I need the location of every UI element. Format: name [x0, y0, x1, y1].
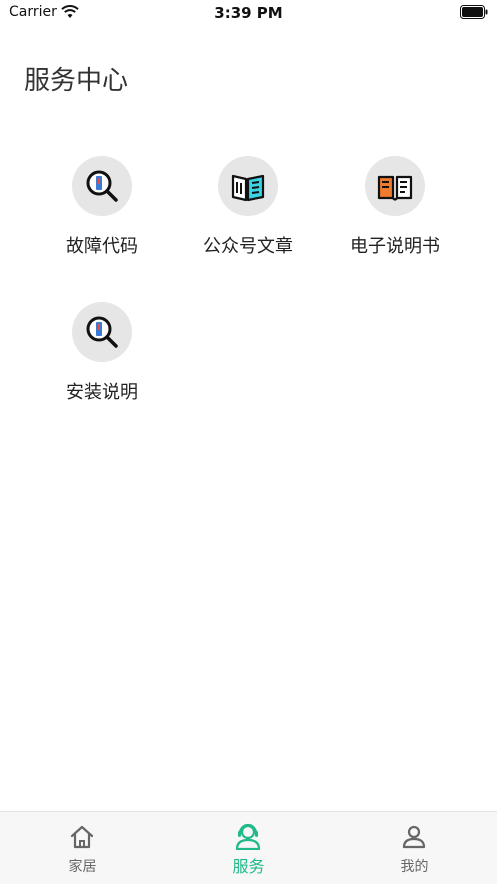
magnifier-fault-icon [86, 170, 118, 202]
customer-service-icon [235, 823, 261, 850]
service-icon-circle [365, 156, 425, 216]
service-label: 安装说明 [66, 382, 138, 403]
tab-service[interactable]: 服务 [166, 812, 331, 884]
service-label: 公众号文章 [203, 236, 293, 257]
service-installation-guide[interactable]: 安装说明 [32, 302, 172, 412]
status-time: 3:39 PM [214, 4, 283, 22]
tab-label: 我的 [400, 859, 429, 875]
user-icon [402, 825, 426, 849]
open-book-article-icon [231, 174, 265, 202]
service-icon-circle [72, 156, 132, 216]
service-fault-code[interactable]: 故障代码 [32, 156, 172, 266]
service-official-articles[interactable]: 公众号文章 [178, 156, 318, 266]
manual-book-icon [377, 175, 413, 201]
tab-bar: 家居 服务 我的 [0, 811, 497, 884]
service-label: 电子说明书 [350, 236, 440, 257]
status-bar: Carrier 3:39 PM [0, 0, 497, 28]
service-label: 故障代码 [66, 236, 138, 257]
magnifier-install-icon [86, 316, 118, 348]
service-icon-circle [218, 156, 278, 216]
tab-label: 服务 [232, 857, 265, 876]
tab-mine[interactable]: 我的 [332, 812, 497, 884]
home-icon [70, 825, 94, 849]
tab-label: 家居 [68, 859, 97, 875]
service-icon-circle [72, 302, 132, 362]
service-e-manual[interactable]: 电子说明书 [325, 156, 465, 266]
battery-icon [460, 5, 488, 19]
page-title: 服务中心 [24, 66, 129, 96]
tab-home[interactable]: 家居 [0, 812, 165, 884]
